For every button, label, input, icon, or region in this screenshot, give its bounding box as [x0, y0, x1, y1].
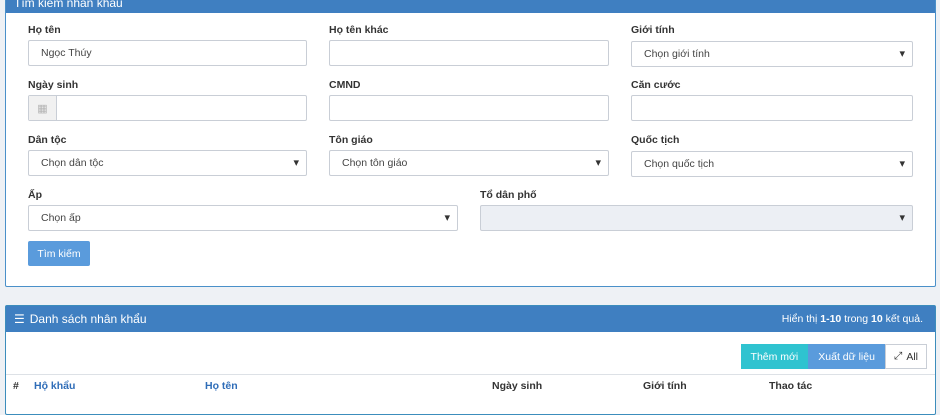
summary-suffix: kết quả.: [882, 313, 923, 325]
summary-total: 10: [871, 313, 883, 325]
gioi-tinh-select[interactable]: Chọn giới tính: [631, 41, 913, 67]
can-cuoc-label: Căn cước: [631, 79, 681, 91]
cmnd-label: CMND: [329, 79, 361, 91]
table-header: # Hộ khẩu Họ tên Ngày sinh Giới tính Tha…: [6, 374, 935, 398]
summary-range: 1-10: [820, 313, 842, 325]
ho-ten-khac-input[interactable]: [329, 40, 609, 66]
col-thao-tac: Thao tác: [769, 380, 813, 392]
ton-giao-value: Chọn tôn giáo: [342, 157, 408, 169]
quoc-tich-label: Quốc tịch: [631, 134, 680, 146]
list-panel-title: Danh sách nhân khẩu: [29, 312, 147, 326]
ho-ten-input[interactable]: Ngọc Thúy: [28, 40, 307, 66]
dan-toc-value: Chọn dân tộc: [41, 157, 104, 169]
to-dan-pho-label: Tổ dân phố: [480, 189, 537, 201]
calendar-icon[interactable]: ▦: [29, 96, 57, 120]
col-ngay-sinh: Ngày sinh: [492, 380, 543, 392]
col-ho-khau[interactable]: Hộ khẩu: [34, 380, 75, 392]
to-dan-pho-select[interactable]: [480, 205, 913, 231]
col-index: #: [13, 380, 19, 392]
list-panel-header: ☰ Danh sách nhân khẩu Hiển thị 1-10 tron…: [6, 306, 935, 332]
ngay-sinh-input[interactable]: ▦: [28, 95, 307, 121]
ap-select[interactable]: Chọn ấp: [28, 205, 458, 231]
expand-icon: ⤢: [893, 350, 903, 362]
ho-ten-label: Họ tên: [28, 24, 61, 36]
list-panel: ☰ Danh sách nhân khẩu Hiển thị 1-10 tron…: [5, 305, 936, 415]
list-icon: ☰: [14, 312, 25, 326]
can-cuoc-input[interactable]: [631, 95, 913, 121]
search-panel: Tìm kiếm nhân khẩu Họ tên Ngọc Thúy Họ t…: [5, 0, 936, 287]
ho-ten-khac-label: Họ tên khác: [329, 24, 389, 36]
ton-giao-select[interactable]: Chọn tôn giáo: [329, 150, 609, 176]
gioi-tinh-value: Chọn giới tính: [644, 48, 710, 60]
list-panel-title-group: ☰ Danh sách nhân khẩu: [14, 312, 147, 326]
ho-ten-value: Ngọc Thúy: [41, 47, 92, 59]
search-button[interactable]: Tìm kiếm: [28, 241, 90, 266]
dan-toc-select[interactable]: Chọn dân tộc: [28, 150, 307, 176]
search-panel-title: Tìm kiếm nhân khẩu: [14, 0, 123, 10]
all-button[interactable]: ⤢ All: [884, 344, 927, 369]
ap-label: Ấp: [28, 189, 42, 201]
col-gioi-tinh: Giới tính: [643, 380, 687, 392]
search-panel-header: Tìm kiếm nhân khẩu: [6, 0, 935, 13]
dan-toc-label: Dân tộc: [28, 134, 67, 146]
col-ho-ten[interactable]: Họ tên: [205, 380, 238, 392]
quoc-tich-select[interactable]: Chọn quốc tịch: [631, 151, 913, 177]
gioi-tinh-label: Giới tính: [631, 24, 675, 36]
add-button[interactable]: Thêm mới: [740, 344, 809, 369]
list-toolbar: Thêm mới Xuất dữ liệu ⤢ All: [740, 344, 927, 369]
ap-value: Chọn ấp: [41, 212, 81, 224]
summary-prefix: Hiển thị: [781, 313, 821, 325]
result-summary: Hiển thị 1-10 trong 10 kết quả.: [782, 313, 923, 325]
export-button[interactable]: Xuất dữ liệu: [808, 344, 885, 369]
summary-mid: trong: [841, 313, 872, 325]
ton-giao-label: Tôn giáo: [329, 134, 373, 146]
quoc-tich-value: Chọn quốc tịch: [644, 158, 715, 170]
ngay-sinh-label: Ngày sinh: [28, 79, 79, 91]
all-label: All: [906, 350, 918, 363]
cmnd-input[interactable]: [329, 95, 609, 121]
